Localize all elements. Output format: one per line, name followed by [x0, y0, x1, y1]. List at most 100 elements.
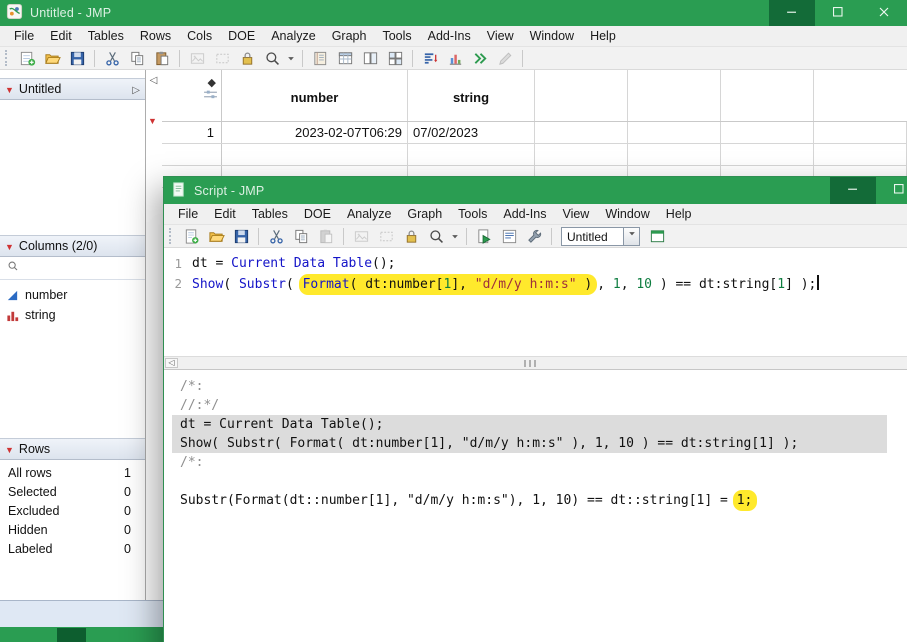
magnifier-icon[interactable]	[425, 226, 447, 246]
menu-tables[interactable]: Tables	[244, 205, 296, 223]
menu-file[interactable]: File	[6, 27, 42, 45]
columns-panel-header[interactable]: ▼ Columns (2/0)	[0, 235, 145, 257]
open-file-icon[interactable]	[205, 226, 227, 246]
dropdown-caret-icon[interactable]	[286, 48, 296, 68]
grid-corner[interactable]: ◆	[162, 70, 222, 121]
menu-doe[interactable]: DOE	[296, 205, 339, 223]
dropdown-caret-icon[interactable]	[450, 226, 460, 246]
rows-panel-header[interactable]: ▼ Rows	[0, 438, 145, 460]
paste-icon[interactable]	[151, 48, 173, 68]
main-titlebar[interactable]: Untitled - JMP	[0, 0, 907, 26]
menu-analyze[interactable]: Analyze	[339, 205, 399, 223]
split-window-icon[interactable]	[359, 48, 381, 68]
menu-help[interactable]: Help	[658, 205, 700, 223]
tools-wrench-icon[interactable]	[523, 226, 545, 246]
copy-icon[interactable]	[290, 226, 312, 246]
annotate-icon	[494, 48, 516, 68]
cell[interactable]	[628, 122, 721, 143]
close-button[interactable]	[861, 0, 907, 26]
cell[interactable]	[721, 122, 814, 143]
show-log-icon[interactable]	[498, 226, 520, 246]
menu-analyze[interactable]: Analyze	[263, 27, 323, 45]
menu-tables[interactable]: Tables	[80, 27, 132, 45]
graph-builder-icon[interactable]	[444, 48, 466, 68]
menu-view[interactable]: View	[554, 205, 597, 223]
column-item-string[interactable]: string	[0, 305, 145, 325]
window-selector-combo[interactable]: Untitled	[561, 227, 640, 246]
editor-line[interactable]: 1dt = Current Data Table();	[164, 253, 907, 273]
cell[interactable]	[814, 122, 907, 143]
red-triangle-menu-icon[interactable]: ▼	[5, 239, 14, 253]
menu-tools[interactable]: Tools	[374, 27, 419, 45]
new-window-icon[interactable]	[646, 226, 668, 246]
journal-icon[interactable]	[309, 48, 331, 68]
maximize-button[interactable]	[815, 0, 861, 26]
log-pane[interactable]: /*://:*/dt = Current Data Table();Show( …	[164, 370, 907, 642]
menu-rows[interactable]: Rows	[132, 27, 179, 45]
script-titlebar[interactable]: Script - JMP	[164, 177, 907, 204]
new-script-icon[interactable]	[180, 226, 202, 246]
script-minimize-button[interactable]	[830, 177, 876, 204]
new-data-table-icon[interactable]	[16, 48, 38, 68]
column-header-string[interactable]: string	[408, 70, 535, 121]
menu-edit[interactable]: Edit	[206, 205, 244, 223]
editor-log-splitter[interactable]: ◁	[164, 356, 907, 370]
data-table-view-icon[interactable]	[334, 48, 356, 68]
sort-columns-icon[interactable]	[419, 48, 441, 68]
menu-help[interactable]: Help	[582, 27, 624, 45]
script-editor[interactable]: 1dt = Current Data Table();2Show( Substr…	[164, 248, 907, 356]
open-file-icon[interactable]	[41, 48, 63, 68]
empty-row	[162, 144, 907, 166]
menu-window[interactable]: Window	[522, 27, 582, 45]
search-icon	[7, 259, 19, 277]
table-panel-body	[0, 100, 145, 235]
splitter-collapse-button[interactable]: ◁	[165, 358, 178, 368]
table-panel-title: Untitled	[19, 82, 61, 96]
menu-edit[interactable]: Edit	[42, 27, 80, 45]
menu-graph[interactable]: Graph	[399, 205, 450, 223]
menu-add-ins[interactable]: Add-Ins	[495, 205, 554, 223]
menu-cols[interactable]: Cols	[179, 27, 220, 45]
table-panel-header[interactable]: ▼ Untitled ▷	[0, 78, 145, 100]
column-item-number[interactable]: number	[0, 285, 145, 305]
lock-icon[interactable]	[236, 48, 258, 68]
menu-window[interactable]: Window	[597, 205, 657, 223]
splitter-grip[interactable]	[524, 360, 536, 367]
tile-windows-icon[interactable]	[384, 48, 406, 68]
run-script-icon[interactable]	[473, 226, 495, 246]
filter-icon[interactable]	[203, 87, 218, 105]
columns-menu-icon[interactable]: ▼	[148, 111, 157, 129]
script-maximize-button[interactable]	[876, 177, 907, 204]
minimize-icon	[784, 4, 800, 23]
menu-graph[interactable]: Graph	[324, 27, 375, 45]
run-formulas-icon[interactable]	[469, 48, 491, 68]
log-line-blank	[172, 472, 907, 491]
save-icon[interactable]	[66, 48, 88, 68]
column-header-number[interactable]: number	[222, 70, 408, 121]
red-triangle-menu-icon[interactable]: ▼	[5, 82, 14, 96]
copy-icon[interactable]	[126, 48, 148, 68]
menu-doe[interactable]: DOE	[220, 27, 263, 45]
menu-add-ins[interactable]: Add-Ins	[420, 27, 479, 45]
lock-icon[interactable]	[400, 226, 422, 246]
red-triangle-menu-icon[interactable]: ▼	[5, 442, 14, 456]
cell[interactable]	[535, 122, 628, 143]
collapse-panels-button[interactable]: ◁	[147, 72, 160, 85]
cell[interactable]: 2023-02-07T06:29	[222, 122, 408, 143]
cut-icon[interactable]	[101, 48, 123, 68]
menu-view[interactable]: View	[479, 27, 522, 45]
highlighted-code: "d/m/y h:m:s"	[475, 274, 577, 295]
magnifier-icon[interactable]	[261, 48, 283, 68]
editor-line[interactable]: 2Show( Substr( Format( dt:number[1], "d/…	[164, 273, 907, 293]
jmp-taskbar-button[interactable]	[57, 628, 86, 642]
combo-dropdown-button[interactable]	[623, 227, 640, 246]
panel-collapse-icon[interactable]: ▷	[132, 82, 140, 96]
row-number[interactable]: 1	[162, 122, 222, 143]
menu-tools[interactable]: Tools	[450, 205, 495, 223]
cell[interactable]: 07/02/2023	[408, 122, 535, 143]
save-icon[interactable]	[230, 226, 252, 246]
menu-file[interactable]: File	[170, 205, 206, 223]
minimize-button[interactable]	[769, 0, 815, 26]
cut-icon[interactable]	[265, 226, 287, 246]
columns-search-input[interactable]	[0, 257, 145, 280]
